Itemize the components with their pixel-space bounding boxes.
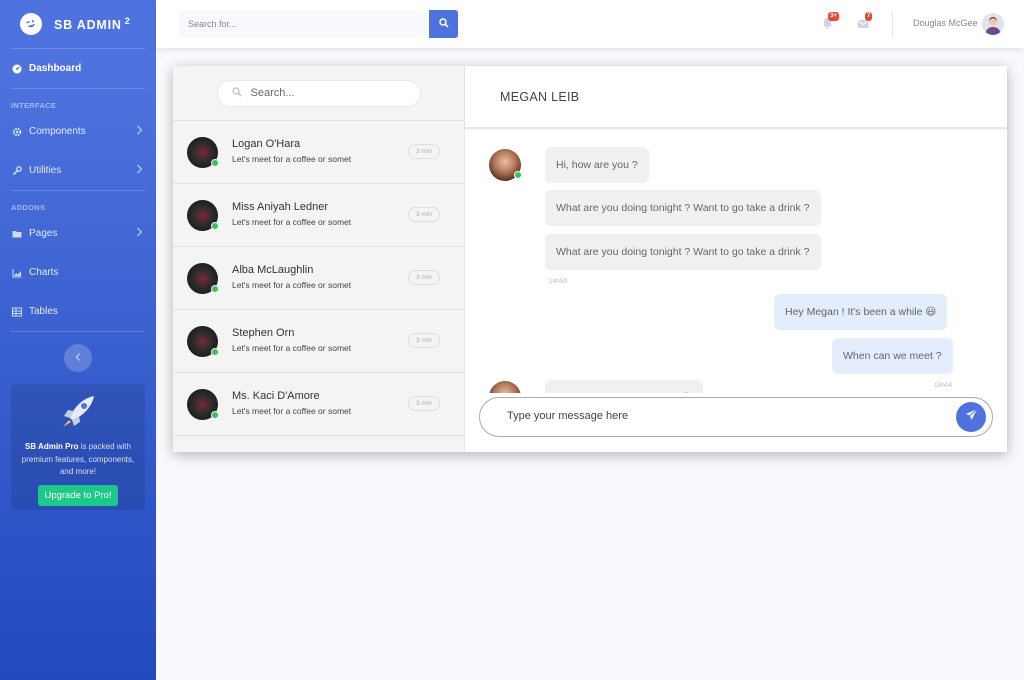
sidebar-item-utilities[interactable]: Utilities: [0, 151, 156, 190]
search-input[interactable]: [179, 10, 429, 38]
sidebar-item-label: Dashboard: [29, 63, 82, 74]
person-preview: Let's meet for a coffee or somet: [232, 406, 352, 416]
message-input[interactable]: [507, 410, 927, 422]
message-bubble-incoming: What are you doing tonight ? Want to go …: [545, 190, 821, 226]
sidebar-item-pages[interactable]: Pages: [0, 214, 156, 253]
conversation-panel: MEGAN LEIB Hi, how are you ? What are yo…: [465, 66, 1007, 452]
sidebar-item-label: Utilities: [29, 165, 62, 176]
online-status-dot: [211, 411, 219, 419]
promo-brand: SB Admin Pro: [25, 442, 79, 451]
message-bubble-incoming: Hi, how are you ?: [545, 147, 649, 183]
brand-name: SB Admin: [54, 18, 122, 33]
conversation-messages[interactable]: Hi, how are you ? What are you doing ton…: [465, 131, 1007, 393]
person-preview: Let's meet for a coffee or somet: [232, 154, 352, 164]
chevron-right-icon: [136, 125, 143, 138]
person-time: 3 min: [408, 270, 440, 285]
rocket-icon: [58, 396, 98, 434]
person-name: Stephen Orn: [232, 327, 295, 339]
brand-link[interactable]: SB Admin 2: [0, 0, 156, 48]
person-item[interactable]: Ms. Kaci D'Amore Let's meet for a coffee…: [173, 373, 464, 436]
message-bubble-incoming: What are you doing tonight ? Want to go …: [545, 234, 821, 270]
person-time: 3 min: [408, 396, 440, 411]
person-preview: Let's meet for a coffee or somet: [232, 280, 352, 290]
sidebar-item-charts[interactable]: Charts: [0, 253, 156, 292]
brand-text: SB Admin 2: [54, 16, 131, 32]
online-status-dot: [211, 222, 219, 230]
user-avatar[interactable]: [982, 13, 1004, 35]
brand-version: 2: [124, 15, 131, 26]
person-item[interactable]: Logan O'Hara Let's meet for a coffee or …: [173, 121, 464, 184]
online-status-dot: [211, 285, 219, 293]
person-time: 3 min: [408, 207, 440, 222]
chart-area-icon: [12, 268, 22, 278]
person-item[interactable]: Miss Aniyah Ledner Let's meet for a coff…: [173, 184, 464, 247]
person-name: Miss Aniyah Ledner: [232, 201, 328, 213]
sidebar: SB Admin 2 Dashboard Interface Components…: [0, 0, 156, 680]
sidebar-divider: [11, 331, 145, 332]
search-button[interactable]: [429, 10, 458, 38]
alerts-dropdown[interactable]: 3+: [822, 12, 839, 34]
sidebar-promo-card: SB Admin Pro is packed with premium feat…: [11, 384, 145, 510]
chevron-right-icon: [136, 227, 143, 240]
person-preview: Let's meet for a coffee or somet: [232, 217, 352, 227]
chat-card: Logan O'Hara Let's meet for a coffee or …: [173, 66, 1007, 452]
messages-dropdown[interactable]: 7: [857, 12, 873, 34]
people-search: [173, 66, 464, 121]
person-preview: Let's meet for a coffee or somet: [232, 343, 352, 353]
sidebar-item-label: Tables: [29, 306, 58, 317]
person-name: Ms. Kaci D'Amore: [232, 390, 320, 402]
sidebar-toggle-button[interactable]: [64, 344, 92, 372]
search-icon: [231, 84, 242, 102]
person-item[interactable]: Alba McLaughlin Let's meet for a coffee …: [173, 247, 464, 310]
topbar-divider: [892, 11, 893, 38]
message-bubble-outgoing: Hey Megan ! It's been a while 😃: [774, 294, 948, 330]
sidebar-item-label: Components: [29, 126, 86, 137]
search-icon: [438, 15, 449, 33]
wrench-icon: [12, 165, 22, 176]
people-search-input[interactable]: [250, 87, 401, 99]
tachometer-icon: [12, 64, 22, 74]
sidebar-heading-interface: Interface: [11, 101, 57, 110]
sidebar-heading-addons: Addons: [11, 203, 46, 212]
online-status-dot: [514, 171, 522, 179]
message-composer: [479, 397, 993, 437]
send-button[interactable]: [956, 402, 986, 432]
chevron-left-icon: [74, 349, 82, 367]
sidebar-item-dashboard[interactable]: Dashboard: [0, 49, 156, 88]
laugh-wink-icon: [17, 10, 45, 38]
alerts-badge: 3+: [828, 12, 839, 21]
online-status-dot: [211, 159, 219, 167]
person-name: Logan O'Hara: [232, 138, 301, 150]
table-icon: [12, 307, 22, 317]
promo-text: SB Admin Pro is packed with premium feat…: [19, 441, 137, 479]
sidebar-item-tables[interactable]: Tables: [0, 292, 156, 331]
sidebar-item-label: Pages: [29, 228, 58, 239]
sidebar-item-components[interactable]: Components: [0, 112, 156, 151]
message-timestamp: 14h59: [549, 278, 568, 285]
message-bubble-outgoing: When can we meet ?: [832, 338, 953, 374]
chevron-right-icon: [136, 164, 143, 177]
cog-icon: [12, 127, 22, 137]
person-time: 3 min: [408, 333, 440, 348]
person-time: 3 min: [408, 144, 440, 159]
person-item[interactable]: Stephen Orn Let's meet for a coffee or s…: [173, 310, 464, 373]
people-search-box: [216, 79, 421, 107]
online-status-dot: [211, 348, 219, 356]
people-list: Logan O'Hara Let's meet for a coffee or …: [173, 66, 465, 452]
messages-badge: 7: [865, 12, 873, 21]
message-bubble-incoming: Sure, at the bar if possible 😊: [545, 380, 703, 393]
topbar: 3+ 7 Douglas McGee: [156, 0, 1024, 48]
user-name[interactable]: Douglas McGee: [913, 18, 978, 28]
conversation-header: MEGAN LEIB: [465, 66, 1007, 129]
upgrade-button[interactable]: Upgrade to Pro!: [38, 484, 118, 506]
person-item-partial[interactable]: [173, 436, 464, 452]
person-name: Alba McLaughlin: [232, 264, 314, 276]
topbar-search: [179, 10, 458, 38]
folder-icon: [12, 229, 22, 239]
sidebar-item-label: Charts: [29, 267, 59, 278]
paper-plane-icon: [965, 408, 978, 426]
message-timestamp: 15h04: [934, 382, 953, 389]
contact-avatar: [489, 381, 521, 393]
